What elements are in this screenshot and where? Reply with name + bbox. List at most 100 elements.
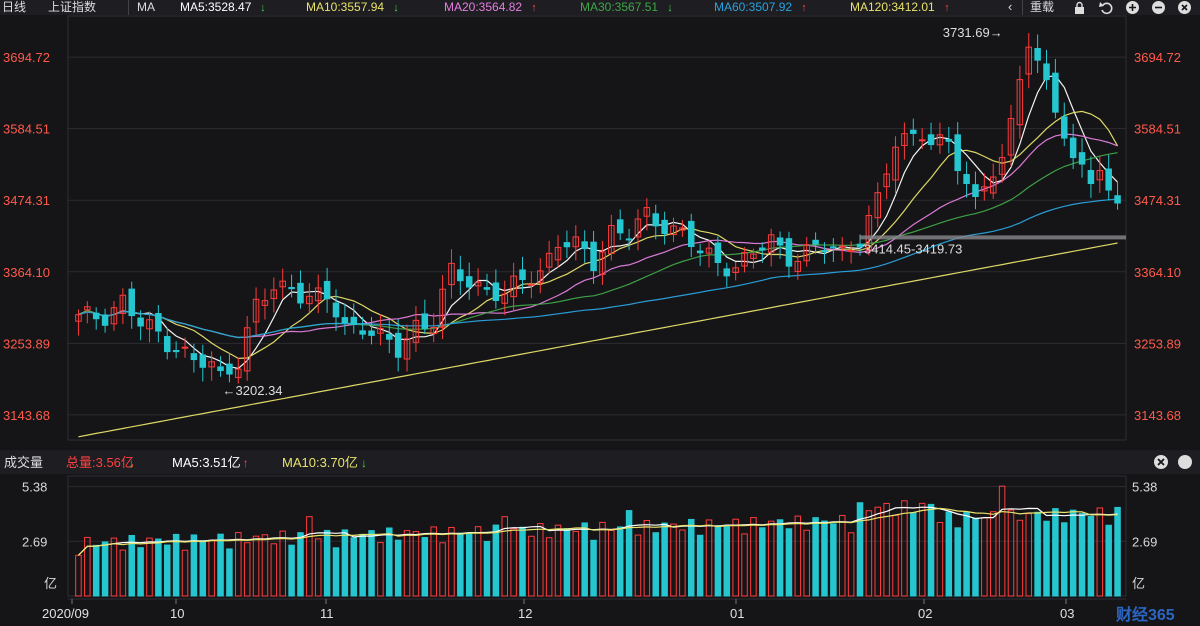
volume-bar[interactable] [785,528,793,597]
volume-bar[interactable] [563,528,571,597]
ma-arrow-4: ↑ [801,2,807,14]
ma-readout-3: MA30:3567.51 [580,0,658,14]
volume-bar[interactable] [172,533,180,597]
volume-bar[interactable] [945,511,953,597]
volume-bar[interactable] [128,534,135,597]
candle-body [954,134,961,172]
candle-body [181,346,189,349]
volume-bar[interactable] [590,539,597,597]
candle-body [918,139,926,142]
volume-bar[interactable] [812,517,819,597]
volume-bar[interactable] [217,533,224,597]
volume-bar[interactable] [341,529,349,597]
volume-bar[interactable] [297,532,304,597]
candle-body [128,288,135,317]
volume-bar[interactable] [465,532,473,597]
volume-bar[interactable] [519,526,526,597]
volume-bar[interactable] [661,522,668,597]
price-tick-left-4: 3584.51 [3,122,50,137]
volume-bar[interactable] [155,538,162,597]
volume-arrow-1: ↑ [243,456,249,470]
volume-bar[interactable] [288,544,295,597]
volume-bar[interactable] [776,519,784,597]
volume-bar[interactable] [963,511,970,597]
volume-bar[interactable] [910,512,917,597]
volume-bar[interactable] [350,537,358,597]
volume-bar[interactable] [972,517,979,597]
candle-body [972,184,979,198]
volume-bar[interactable] [856,502,864,597]
candle-body [821,249,828,252]
volume-bar[interactable] [92,544,100,597]
candle-body [1061,116,1068,139]
volume-bar[interactable] [226,548,233,597]
volume-bar[interactable] [1114,506,1121,597]
volume-bar[interactable] [1061,522,1068,597]
zoom-out-icon[interactable] [1152,1,1165,14]
zoom-in-icon[interactable] [1126,1,1139,14]
volume-readout-0: 总量:3.56亿 [66,455,134,470]
volume-bar[interactable] [759,527,766,597]
volume-bar[interactable] [1105,524,1112,597]
volume-bar[interactable] [1078,513,1086,597]
volume-arrow-0: ↓ [128,456,134,470]
volume-bar[interactable] [332,547,340,597]
volume-bar[interactable] [483,540,491,597]
watermark-logo: 财经365 [1115,605,1175,624]
volume-bar[interactable] [137,547,144,597]
candle-body [172,349,180,353]
candle-body [359,330,366,335]
back-button[interactable]: ‹ [1008,0,1012,14]
volume-bar[interactable] [616,526,624,597]
price-tick-right-4: 3584.51 [1134,122,1181,137]
toolbar-close-icon[interactable] [1178,1,1191,14]
volume-bar[interactable] [723,524,731,597]
volume-bar[interactable] [696,534,704,597]
reload-button[interactable]: 重载 [1030,0,1054,14]
candle-body [1034,48,1041,61]
volume-bar[interactable] [1087,515,1095,597]
volume-bar[interactable] [830,523,837,597]
volume-bar[interactable] [1069,509,1077,597]
volume-bar[interactable] [101,541,109,597]
candle-body [945,138,953,142]
candle-body [101,314,109,326]
volume-bar[interactable] [688,518,695,597]
candle-body [910,129,917,134]
volume-bar[interactable] [714,525,722,597]
volume-bar[interactable] [1043,520,1050,597]
volume-bar[interactable] [199,540,207,597]
candle-body [616,219,624,234]
candle-body [528,283,535,286]
volume-bar[interactable] [457,532,464,597]
date-label-1: 10 [170,606,184,621]
volume-bar[interactable] [368,530,375,597]
volume-bar[interactable] [954,527,961,597]
date-label-2: 11 [320,606,334,621]
volume-bar[interactable] [927,503,935,597]
volume-bar[interactable] [164,544,171,597]
volume-bar[interactable] [581,522,588,597]
volume-tick-right-0: 2.69 [1132,534,1157,549]
volume-bar[interactable] [394,539,402,597]
volume-bar[interactable] [821,520,828,597]
volume-bar[interactable] [1034,511,1041,597]
volume-bar[interactable] [190,534,198,597]
volume-bar[interactable] [386,527,393,597]
ma-arrow-3: ↓ [667,2,673,14]
volume-bar[interactable] [359,533,366,597]
price-tick-right-3: 3474.31 [1134,193,1181,208]
volume-bar[interactable] [652,532,659,597]
stock-chart[interactable]: 日线 上证指数 MA MA5:3528.47 ↓ MA10:3557.94 ↓ MA20:35… [0,0,1200,626]
volume-bar[interactable] [625,510,633,597]
candle-body [92,312,100,320]
volume-bar[interactable] [1052,508,1059,597]
volume-bar[interactable] [421,537,429,597]
candle-body [519,269,526,281]
volume-bar[interactable] [492,524,500,597]
volume-bar[interactable] [323,529,331,597]
candle-body [190,353,198,361]
volume-close-icon[interactable] [1154,455,1168,469]
volume-settings-icon[interactable] [1178,455,1192,469]
price-tick-right-5: 3694.72 [1134,50,1181,65]
